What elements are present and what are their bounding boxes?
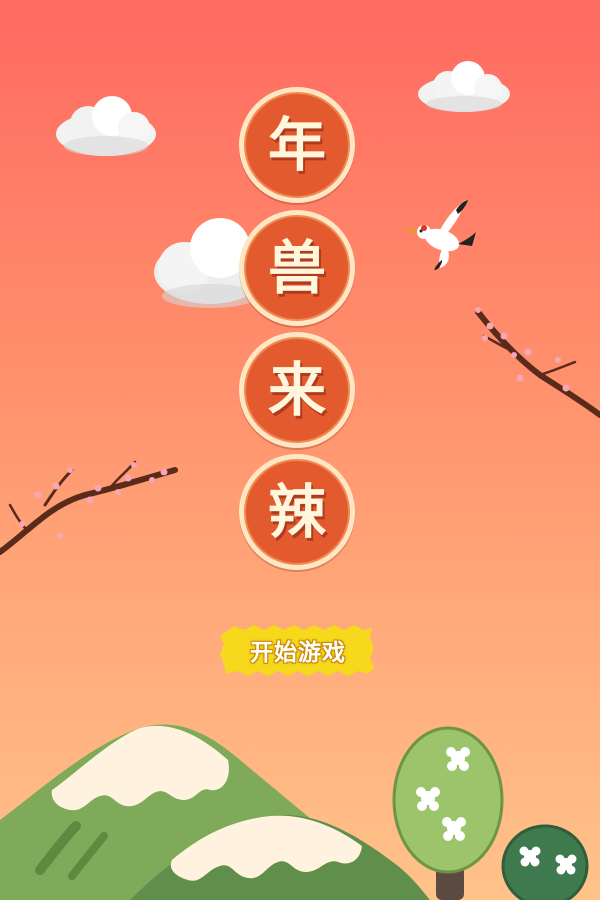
game-start-screen: 年 兽 来 辣 开始游戏 [0,0,600,900]
flowering-tree-icon [392,726,504,900]
landscape-layer [0,724,589,900]
flowering-tree-icon [501,824,589,900]
